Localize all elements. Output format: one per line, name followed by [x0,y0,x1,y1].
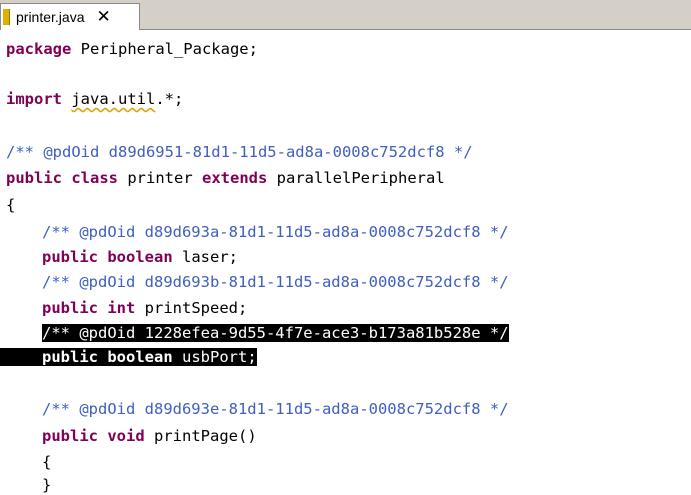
code-line-method-open-brace: { [6,451,51,473]
code-line-method-close-brace: } [6,474,51,495]
keyword: extends [202,169,268,187]
code-line-class-declaration: public class printer extends parallelPer… [6,167,445,189]
code-line-laser-field: public boolean laser; [6,246,238,268]
code-editor[interactable]: package Peripheral_Package; import java.… [0,30,691,495]
code-text: printer [118,169,203,187]
code-line-speed-field: public int printSpeed; [6,297,247,319]
keyword: class [71,169,119,187]
code-text: { [42,453,52,471]
code-text: usbPort; [172,348,257,366]
keyword: public [6,169,62,187]
tab-printer-java[interactable]: printer.java ✕ [0,3,140,30]
code-line-method-comment: /** @pdOid d89d693e-81d1-11d5-ad8a-0008c… [6,398,509,420]
close-icon[interactable]: ✕ [96,8,110,26]
selected-text[interactable]: /** @pdOid 1228efea-9d55-4f7e-ace3-b173a… [42,324,509,342]
code-line-open-brace: { [6,194,15,216]
keyword: int [107,299,136,317]
keyword: public [42,248,98,266]
keyword: package [6,40,72,58]
code-line-package: package Peripheral_Package; [6,38,258,60]
javadoc-comment: /** @pdOid d89d693e-81d1-11d5-ad8a-0008c… [42,400,509,418]
keyword: boolean [107,348,173,366]
code-line-import: import java.util.*; [6,88,183,110]
keyword: public [42,299,98,317]
warning-underlined-text: java.util [71,90,156,108]
keyword: public [42,348,98,366]
code-line-usb-field-selected: public boolean usbPort; [0,346,257,368]
keyword: void [107,427,145,445]
javadoc-comment: /** @pdOid d89d693a-81d1-11d5-ad8a-0008c… [42,223,509,241]
code-text: } [42,476,52,494]
code-line-usb-comment-selected: /** @pdOid 1228efea-9d55-4f7e-ace3-b173a… [6,322,509,344]
selected-text[interactable]: public boolean usbPort; [0,348,257,366]
editor-tab-bar: printer.java ✕ [0,0,691,30]
javadoc-comment: /** @pdOid d89d693b-81d1-11d5-ad8a-0008c… [42,273,509,291]
keyword: boolean [107,248,173,266]
java-file-icon [3,9,10,25]
code-line-class-comment: /** @pdOid d89d6951-81d1-11d5-ad8a-0008c… [6,141,473,163]
code-text: Peripheral_Package; [71,40,258,58]
javadoc-comment: /** @pdOid 1228efea-9d55-4f7e-ace3-b173a… [42,324,509,342]
javadoc-comment: /** @pdOid d89d6951-81d1-11d5-ad8a-0008c… [6,143,473,161]
code-text: parallelPeripheral [267,169,445,187]
code-line-laser-comment: /** @pdOid d89d693a-81d1-11d5-ad8a-0008c… [6,221,509,243]
keyword: public [42,427,98,445]
code-line-speed-comment: /** @pdOid d89d693b-81d1-11d5-ad8a-0008c… [6,271,509,293]
code-text: laser; [172,248,238,266]
code-text: .*; [155,90,184,108]
code-text: { [6,196,16,214]
code-line-method-declaration: public void printPage() [6,425,257,447]
tab-label: printer.java [16,9,85,25]
keyword: import [6,90,62,108]
code-text: printSpeed; [135,299,248,317]
code-text: printPage() [144,427,257,445]
